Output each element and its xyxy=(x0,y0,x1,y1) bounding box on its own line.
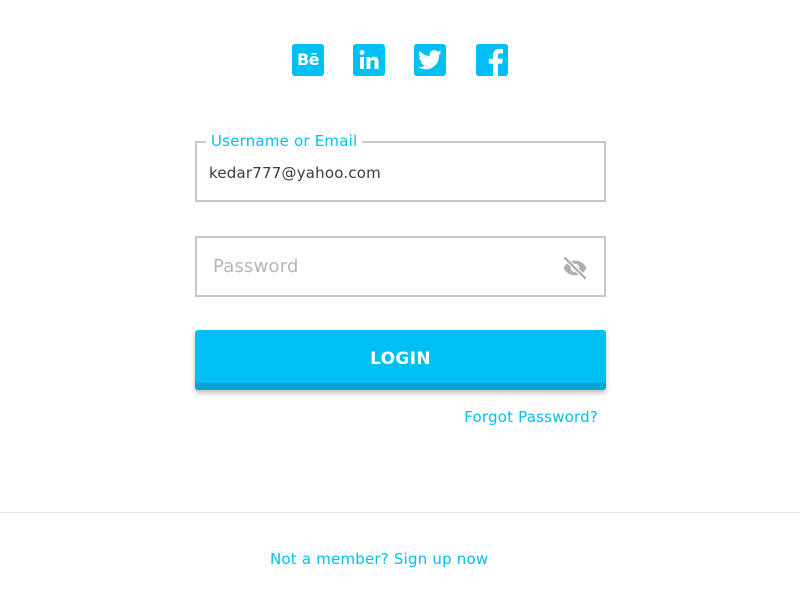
facebook-icon xyxy=(488,48,503,76)
linkedin-icon xyxy=(359,50,379,69)
divider xyxy=(0,512,800,513)
twitter-button[interactable] xyxy=(414,44,446,76)
behance-icon: Bē xyxy=(296,50,320,69)
password-input[interactable] xyxy=(213,238,553,295)
login-page: Bē Username or Email kedar777@yahoo.com … xyxy=(0,0,800,600)
login-button[interactable]: LOGIN xyxy=(195,330,606,390)
linkedin-button[interactable] xyxy=(353,44,385,76)
social-login-row: Bē xyxy=(0,44,800,76)
eye-off-icon[interactable] xyxy=(562,256,588,280)
facebook-button[interactable] xyxy=(476,44,508,76)
twitter-icon xyxy=(418,50,442,70)
behance-button[interactable]: Bē xyxy=(292,44,324,76)
password-field xyxy=(195,236,606,297)
signup-link[interactable]: Not a member? Sign up now xyxy=(270,550,488,568)
forgot-password-link[interactable]: Forgot Password? xyxy=(464,408,598,426)
username-field: Username or Email xyxy=(195,132,606,202)
username-input[interactable] xyxy=(209,143,549,200)
